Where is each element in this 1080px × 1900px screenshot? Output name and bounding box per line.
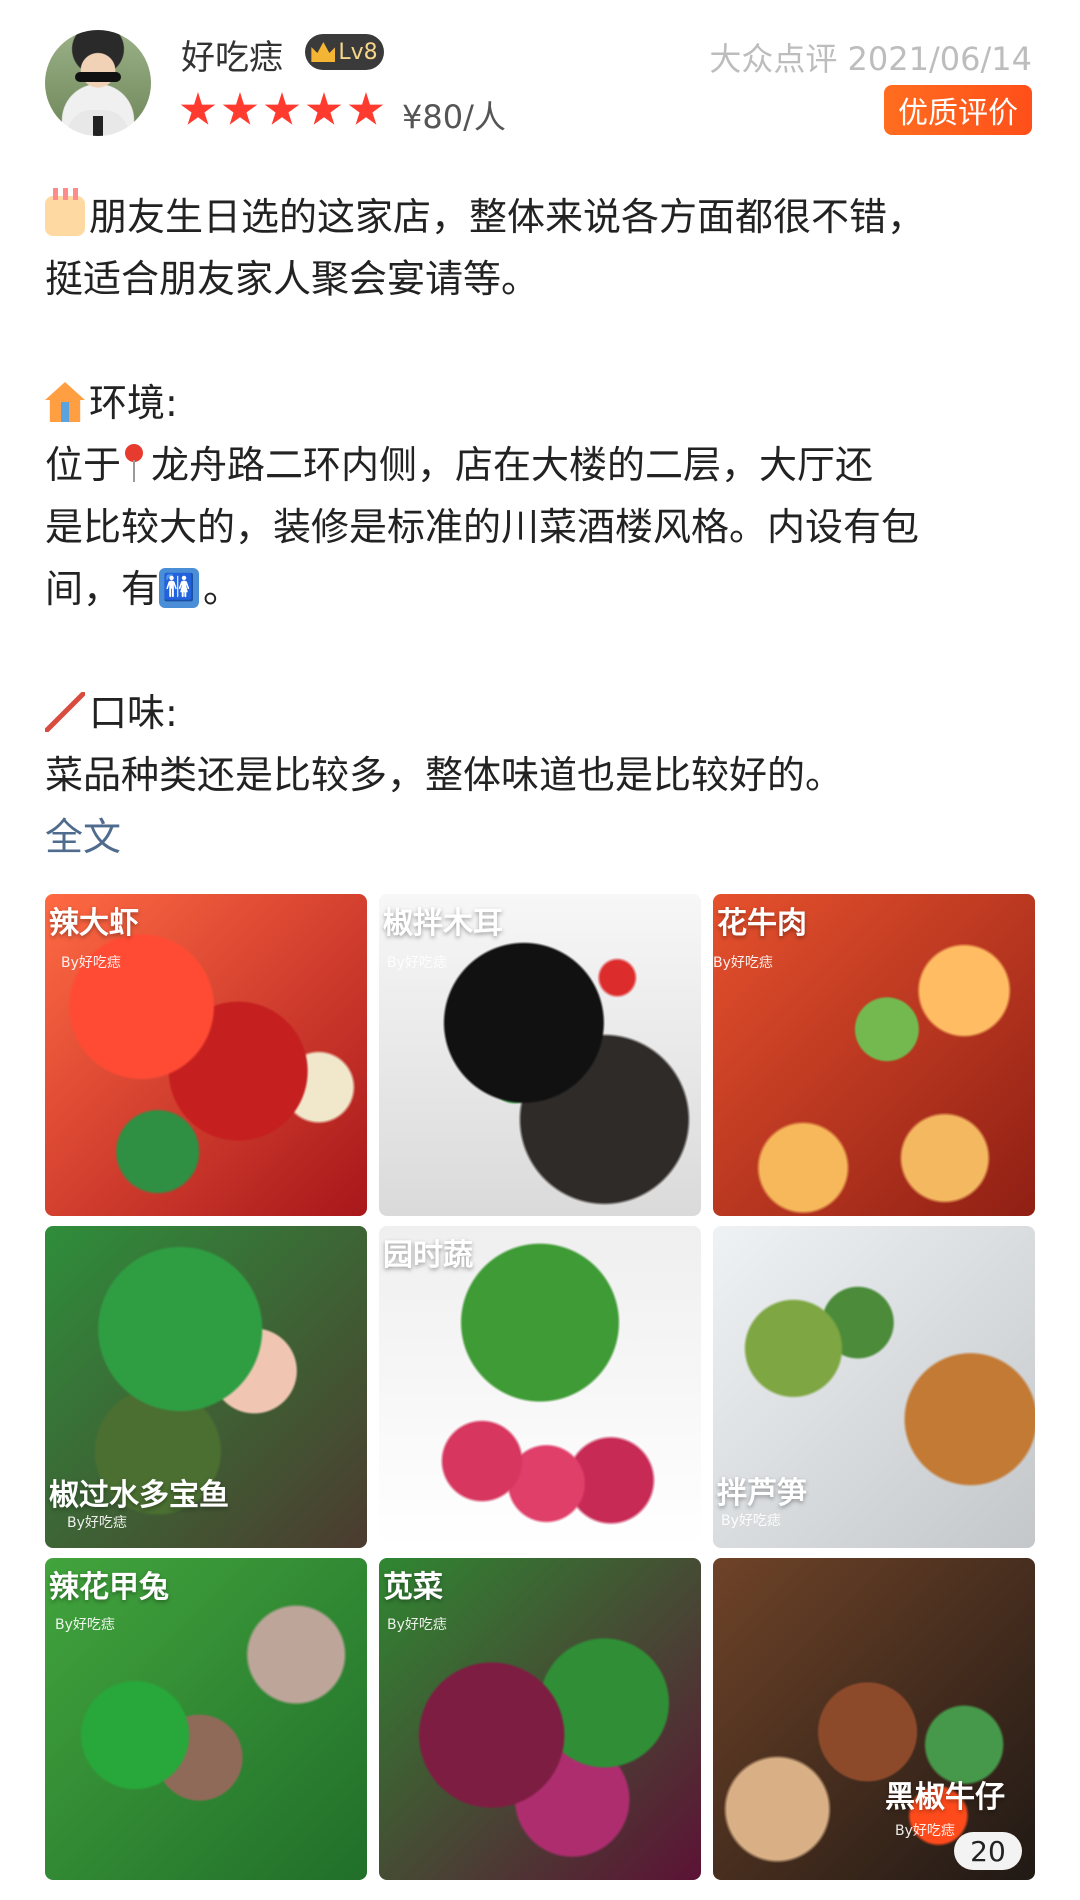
photo-signature: By好吃痣 — [387, 1617, 447, 1633]
intro-line-1: 朋友生日选的这家店，整体来说各方面都很不错， — [45, 186, 1035, 248]
location-pin-icon — [121, 444, 147, 484]
photo-caption: 苋菜 — [383, 1570, 443, 1605]
crown-icon — [311, 42, 336, 62]
star-icon — [180, 92, 216, 125]
taste-title: 口味: — [45, 682, 1035, 744]
photo-8[interactable]: 苋菜 By好吃痣 — [379, 1558, 701, 1880]
photo-signature: By好吃痣 — [55, 1617, 115, 1633]
house-icon — [45, 382, 85, 422]
photo-signature: By好吃痣 — [895, 1823, 955, 1839]
photo-count-badge[interactable]: 20 — [954, 1832, 1022, 1870]
environment-line-3: 间，有。 — [45, 558, 1035, 620]
photo-signature: By好吃痣 — [713, 955, 773, 971]
photo-4[interactable]: 椒过水多宝鱼 By好吃痣 — [45, 1226, 367, 1548]
photo-caption: 拌芦笋 — [717, 1476, 807, 1511]
taste-line-1: 菜品种类还是比较多，整体味道也是比较好的。 — [45, 753, 844, 797]
photo-1[interactable]: 辣大虾 By好吃痣 — [45, 894, 367, 1216]
photo-5[interactable]: 园时蔬 — [379, 1226, 701, 1548]
shirt-icon — [67, 110, 129, 136]
photo-signature: By好吃痣 — [61, 955, 121, 971]
level-badge: Lv8 — [305, 34, 384, 70]
photo-signature: By好吃痣 — [387, 955, 447, 971]
quality-review-badge: 优质评价 — [884, 85, 1032, 135]
photo-caption: 辣大虾 — [49, 906, 139, 941]
photo-7[interactable]: 辣花甲兔 By好吃痣 — [45, 1558, 367, 1880]
review-content: 朋友生日选的这家店，整体来说各方面都很不错， 挺适合朋友家人聚会宴请等。 环境:… — [45, 186, 1035, 868]
chopsticks-icon — [45, 692, 85, 732]
level-text: Lv8 — [338, 39, 378, 65]
review-header: 好吃痣 Lv8 ¥80/人 大众点评 2021/06/14 优质评价 — [0, 0, 1080, 150]
photo-caption: 黑椒牛仔 — [885, 1780, 1005, 1815]
username[interactable]: 好吃痣 — [181, 30, 283, 79]
photo-signature: By好吃痣 — [67, 1515, 127, 1531]
birthday-cake-icon — [45, 188, 85, 236]
photo-caption: 花牛肉 — [717, 906, 807, 941]
photo-caption: 椒过水多宝鱼 — [49, 1478, 229, 1513]
source-date: 大众点评 2021/06/14 — [709, 40, 1032, 78]
star-icon — [222, 92, 258, 125]
restroom-icon — [159, 568, 200, 608]
photo-2[interactable]: 椒拌木耳 By好吃痣 — [379, 894, 701, 1216]
intro-line-2: 挺适合朋友家人聚会宴请等。 — [45, 257, 540, 301]
environment-line-1: 位于 龙舟路二环内侧，店在大楼的二层，大厅还 — [45, 443, 874, 487]
star-icon — [306, 92, 342, 125]
photo-grid: 辣大虾 By好吃痣 椒拌木耳 By好吃痣 花牛肉 By好吃痣 椒过水多宝鱼 By… — [45, 894, 1035, 1880]
sunglasses-icon — [75, 72, 121, 82]
photo-caption: 辣花甲兔 — [49, 1570, 169, 1605]
photo-3[interactable]: 花牛肉 By好吃痣 — [713, 894, 1035, 1216]
environment-line-2: 是比较大的，装修是标准的川菜酒楼风格。内设有包 — [45, 505, 920, 549]
photo-6[interactable]: 拌芦笋 By好吃痣 — [713, 1226, 1035, 1548]
full-text-link[interactable]: 全文 — [45, 806, 1035, 868]
photo-signature: By好吃痣 — [721, 1513, 781, 1529]
photo-caption: 椒拌木耳 — [383, 906, 503, 941]
photo-9[interactable]: 黑椒牛仔 By好吃痣 20 — [713, 1558, 1035, 1880]
star-icon — [348, 92, 384, 125]
rating-stars — [180, 92, 384, 128]
price-per-person: ¥80/人 — [402, 98, 506, 136]
environment-title: 环境: — [45, 372, 1035, 434]
avatar[interactable] — [45, 30, 151, 136]
photo-caption: 园时蔬 — [383, 1238, 473, 1273]
star-icon — [264, 92, 300, 125]
